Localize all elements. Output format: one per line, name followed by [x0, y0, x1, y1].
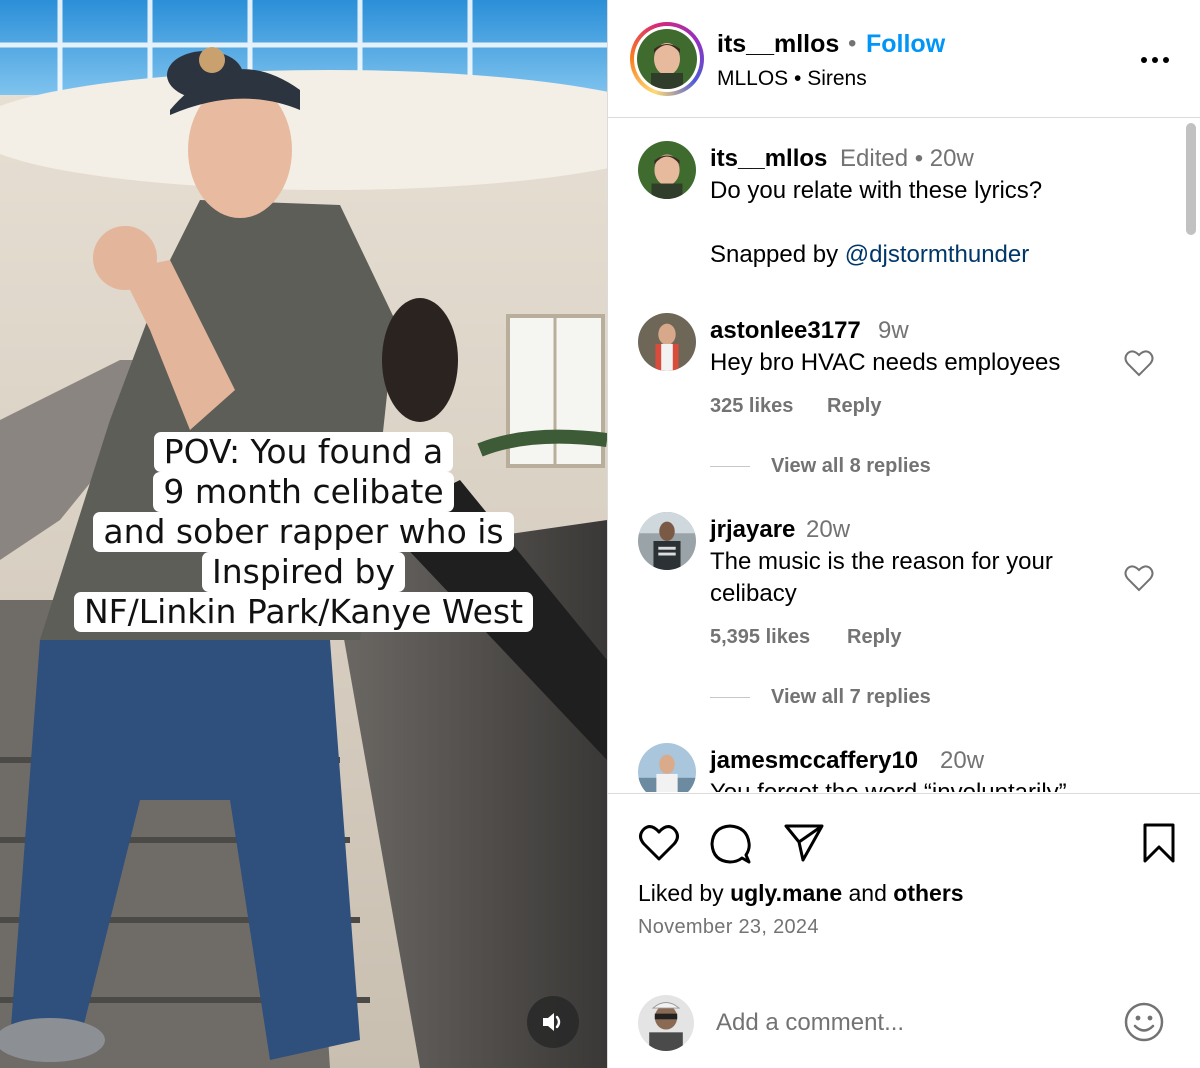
video-caption-overlay: POV: You found a 9 month celibate and so…	[0, 432, 607, 632]
overlay-line: 9 month celibate	[153, 472, 454, 512]
overlay-line: POV: You found a	[153, 432, 454, 472]
audio-attribution[interactable]: MLLOS • Sirens	[717, 67, 867, 91]
current-user-avatar	[638, 995, 694, 1051]
caption-username[interactable]: its__mllos	[710, 145, 827, 173]
caption-credit-prefix: Snapped by	[710, 241, 845, 268]
author-username[interactable]: its__mllos	[717, 30, 839, 59]
liked-by-summary: Liked by ugly.mane and others	[638, 880, 964, 907]
reply-button[interactable]: Reply	[827, 395, 881, 418]
comment-username[interactable]: jamesmccaffery10	[710, 747, 918, 775]
caption-credit: Snapped by @djstormthunder	[710, 239, 1110, 271]
post-date[interactable]: November 23, 2024	[638, 916, 819, 939]
liked-by-and: and	[842, 880, 894, 906]
liked-by-prefix: Liked by	[638, 880, 731, 906]
post-video[interactable]: POV: You found a 9 month celibate and so…	[0, 0, 607, 1068]
volume-toggle-button[interactable]	[527, 996, 579, 1048]
comment-text: The music is the reason for your celibac…	[710, 548, 1053, 607]
post-header: its__mllos • Follow MLLOS • Sirens	[608, 0, 1200, 118]
reply-divider	[710, 466, 750, 467]
more-options-icon[interactable]	[1141, 48, 1177, 72]
overlay-line: and sober rapper who is	[93, 512, 514, 552]
liked-by-user[interactable]: ugly.mane	[730, 880, 842, 906]
add-comment-input[interactable]	[716, 1003, 1096, 1043]
comments-scrollbar[interactable]	[1186, 123, 1196, 235]
story-ring[interactable]	[630, 22, 704, 96]
comment-bubble-icon[interactable]	[709, 823, 751, 865]
share-paper-plane-icon[interactable]	[783, 822, 825, 864]
caption-avatar[interactable]	[638, 141, 696, 199]
mention-link[interactable]: @djstormthunder	[845, 241, 1029, 268]
comment-likes[interactable]: 325 likes	[710, 395, 793, 418]
comment-likes[interactable]: 5,395 likes	[710, 626, 810, 649]
heart-icon[interactable]	[1124, 564, 1154, 592]
post-details-panel: its__mllos • Follow MLLOS • Sirens its__…	[607, 0, 1200, 1068]
view-replies-button[interactable]: View all 7 replies	[771, 686, 931, 709]
overlay-line: NF/Linkin Park/Kanye West	[73, 592, 534, 632]
separator-dot: •	[848, 30, 857, 57]
post-actions: Liked by ugly.mane and others November 2…	[608, 793, 1200, 973]
bookmark-icon[interactable]	[1141, 822, 1177, 864]
commenter-avatar[interactable]	[638, 743, 696, 792]
overlay-line: Inspired by	[201, 552, 405, 592]
reply-divider	[710, 697, 750, 698]
author-avatar	[637, 29, 697, 89]
comment-age: 9w	[878, 317, 909, 344]
heart-icon[interactable]	[1124, 349, 1154, 377]
caption-meta: Edited • 20w	[840, 145, 974, 172]
comment-age: 20w	[940, 747, 985, 774]
comment-username[interactable]: jrjayare	[710, 516, 795, 544]
comment-text: Hey bro HVAC needs employees	[710, 349, 1061, 376]
add-comment-bar	[608, 975, 1200, 1068]
emoji-icon[interactable]	[1123, 1001, 1165, 1043]
comment-text: You forgot the word “involuntarily”	[710, 777, 1110, 792]
reply-button[interactable]: Reply	[847, 626, 901, 649]
comments-list[interactable]: its__mllos Edited • 20w Do you relate wi…	[608, 119, 1200, 792]
view-replies-button[interactable]: View all 8 replies	[771, 455, 931, 478]
commenter-avatar[interactable]	[638, 512, 696, 570]
comment-username[interactable]: astonlee3177	[710, 317, 861, 345]
commenter-avatar[interactable]	[638, 313, 696, 371]
comment-age: 20w	[806, 516, 851, 543]
liked-by-others[interactable]: others	[893, 880, 963, 906]
like-heart-icon[interactable]	[638, 824, 680, 862]
caption-text: Do you relate with these lyrics?	[710, 177, 1043, 204]
follow-button[interactable]: Follow	[866, 30, 945, 59]
speaker-icon	[543, 1013, 561, 1031]
